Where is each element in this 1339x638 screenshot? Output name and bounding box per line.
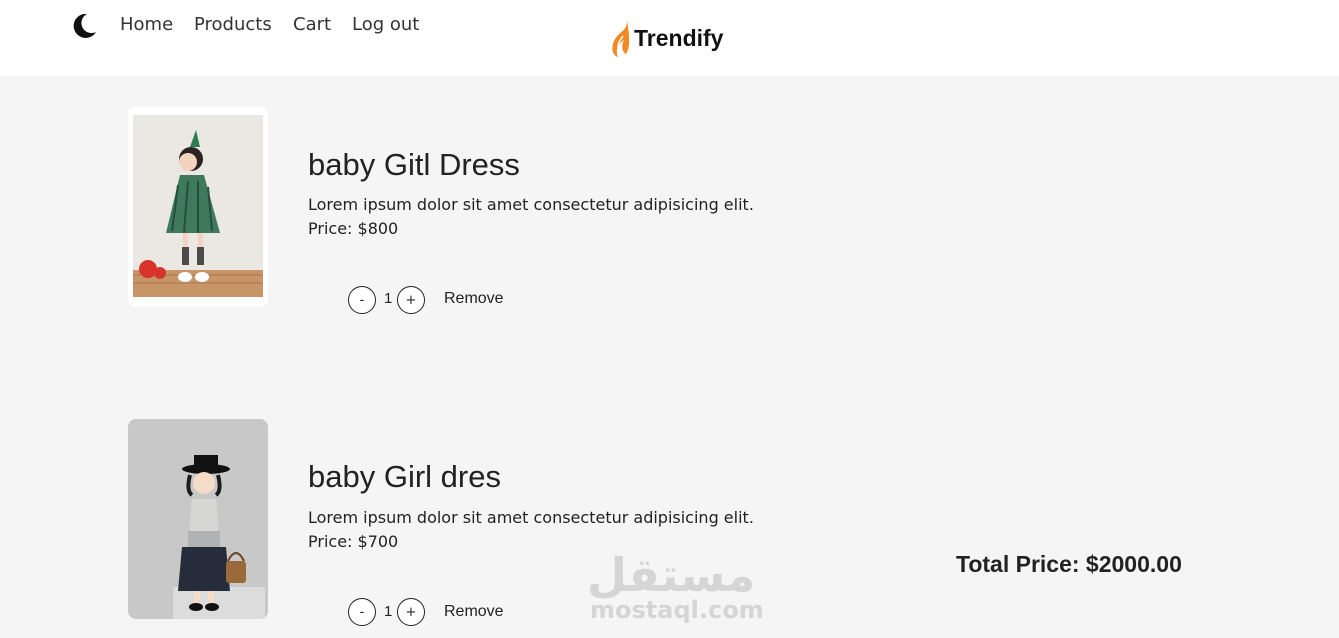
product-image [128, 419, 268, 619]
nav-home-link[interactable]: Home [120, 14, 173, 35]
product-image [128, 107, 268, 307]
decrement-button[interactable]: - [348, 286, 376, 314]
moon-icon[interactable] [70, 12, 98, 40]
navbar: Home Products Cart Log out Trendify [0, 0, 1339, 76]
watermark-latin: mostaql.com [590, 596, 764, 624]
nav-cart-link[interactable]: Cart [293, 14, 331, 35]
product-title: baby Girl dres [308, 459, 501, 494]
brand-logo[interactable]: Trendify [608, 18, 723, 58]
flame-icon [612, 20, 630, 57]
total-price: Total Price: $2000.00 [956, 551, 1182, 577]
watermark-arabic: مستقل [587, 548, 756, 602]
product-description: Lorem ipsum dolor sit amet consectetur a… [308, 195, 754, 214]
quantity-value: 1 [384, 290, 393, 307]
girl-green-dress-photo [128, 107, 268, 307]
increment-button[interactable]: + [397, 598, 425, 626]
quantity-value: 1 [384, 603, 393, 620]
product-price: Price: $800 [308, 219, 399, 238]
product-title: baby Gitl Dress [308, 147, 520, 182]
nav-logout-link[interactable]: Log out [352, 14, 419, 35]
product-price: Price: $700 [308, 532, 399, 551]
increment-button[interactable]: + [397, 286, 425, 314]
brand-name: Trendify [634, 24, 724, 51]
remove-button[interactable]: Remove [444, 290, 504, 308]
decrement-button[interactable]: - [348, 598, 376, 626]
product-description: Lorem ipsum dolor sit amet consectetur a… [308, 508, 754, 527]
nav-products-link[interactable]: Products [194, 14, 272, 35]
girl-hat-dress-photo [128, 419, 268, 619]
remove-button[interactable]: Remove [444, 603, 504, 621]
